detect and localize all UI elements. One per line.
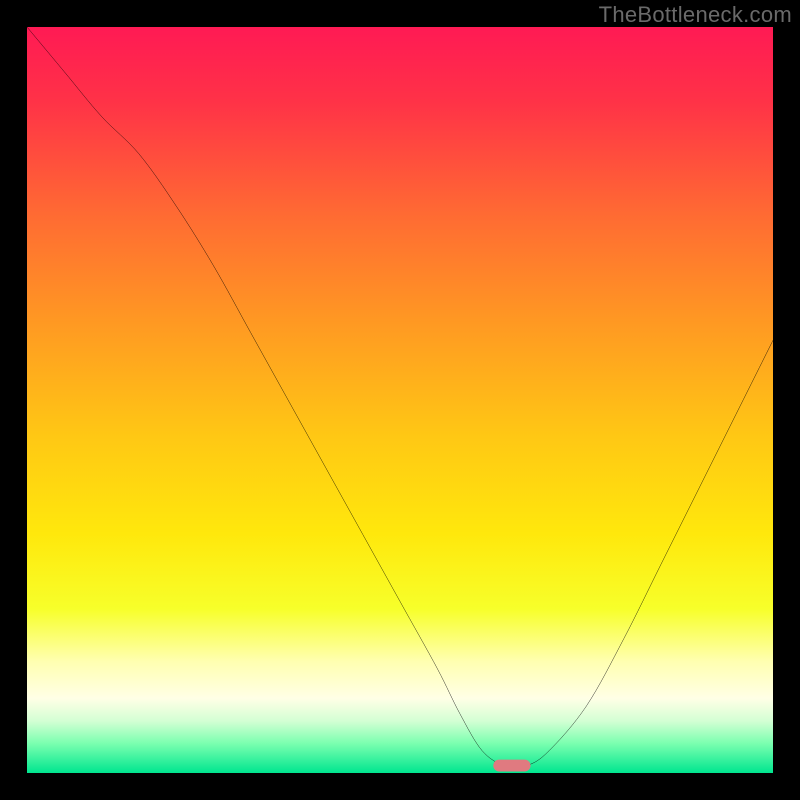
plot-area	[27, 27, 773, 773]
chart-frame: TheBottleneck.com	[0, 0, 800, 800]
watermark-text: TheBottleneck.com	[599, 2, 792, 28]
optimum-marker	[27, 27, 773, 773]
